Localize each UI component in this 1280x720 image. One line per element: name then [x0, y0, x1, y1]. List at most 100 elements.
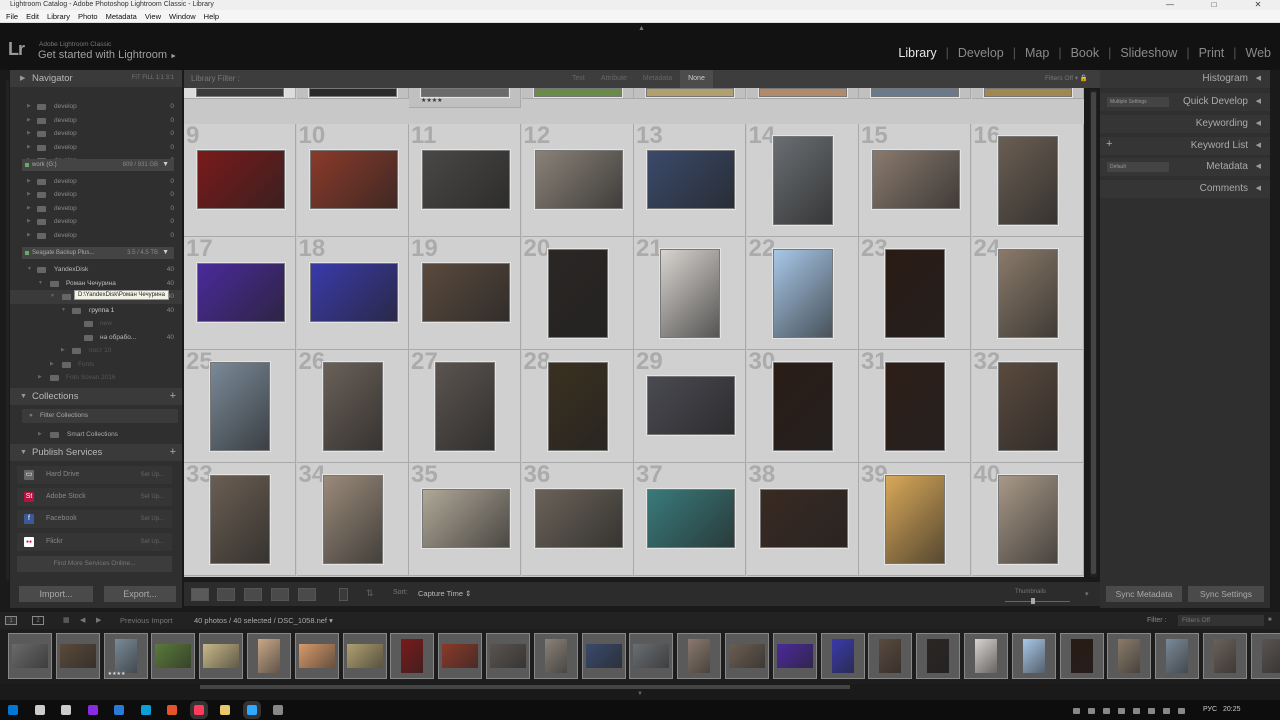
filmstrip-thumbnail[interactable]	[772, 633, 817, 679]
grid-cell[interactable]: 16	[971, 124, 1084, 237]
network-icon[interactable]	[1073, 708, 1080, 714]
menu-metadata[interactable]: Metadata	[102, 10, 141, 22]
filmstrip-filter-select[interactable]: Filters Off	[1178, 615, 1264, 626]
photo-thumbnail[interactable]	[647, 150, 735, 209]
display-2-button[interactable]: 2	[32, 616, 44, 625]
filmstrip-thumbnail[interactable]	[725, 633, 769, 679]
menu-window[interactable]: Window	[165, 10, 200, 22]
lock-icon[interactable]: 🔒	[1080, 75, 1088, 82]
filmstrip-thumbnail[interactable]	[151, 633, 196, 679]
input-language[interactable]: РУС	[1203, 706, 1217, 713]
publish-hard-drive[interactable]: ▭ Hard Drive Set Up...	[17, 466, 172, 484]
photo-thumbnail[interactable]	[885, 249, 945, 338]
module-develop[interactable]: Develop	[949, 46, 1013, 60]
filmstrip-thumbnail[interactable]	[1155, 633, 1200, 679]
smart-collections-row[interactable]: ▶ Smart Collections	[10, 428, 182, 442]
folder-row[interactable]: ▶ develop 0	[10, 229, 182, 243]
histogram-header[interactable]: Histogram ◀	[1100, 70, 1270, 88]
menu-file[interactable]: File	[2, 10, 22, 22]
export-button[interactable]: Export...	[104, 586, 176, 602]
filmstrip-scrollbar[interactable]	[0, 684, 1280, 690]
comments-header[interactable]: Comments ◀	[1100, 180, 1270, 198]
grid-cell[interactable]: 18	[296, 237, 409, 350]
close-button[interactable]: ✕	[1236, 0, 1280, 10]
grid-cell[interactable]: 34	[296, 463, 409, 576]
grid-cell[interactable]: 37	[634, 463, 746, 576]
folder-row-yandexdisk[interactable]: ▼ YandexDisk 40	[10, 263, 182, 277]
grid-cell[interactable]: 10	[296, 124, 409, 237]
folder-row[interactable]: ▶ Fonts	[10, 358, 182, 372]
grid-cell[interactable]: 12	[521, 124, 634, 237]
add-publish-service-icon[interactable]: +	[170, 444, 176, 461]
filmstrip-thumbnail[interactable]	[294, 633, 339, 679]
filmstrip-thumbnail[interactable]	[247, 633, 291, 679]
photo-thumbnail[interactable]	[534, 150, 623, 209]
maximize-button[interactable]: □	[1192, 0, 1236, 10]
menu-photo[interactable]: Photo	[74, 10, 102, 22]
photo-thumbnail[interactable]	[322, 475, 383, 564]
grid-cell[interactable]: 24	[971, 237, 1084, 350]
navigator-header[interactable]: ▶ Navigator FIT FILL 1:1 3:1	[10, 70, 182, 87]
grid-cell[interactable]: 39	[859, 463, 971, 576]
grid-cell[interactable]	[521, 88, 634, 99]
filters-off-select[interactable]: Filters Off ▾ 🔒	[1045, 70, 1088, 88]
grid-cell[interactable]: 25	[184, 350, 296, 463]
forward-arrow-icon[interactable]: ▶	[96, 612, 101, 629]
app-tray-icon[interactable]	[1118, 708, 1125, 714]
menu-edit[interactable]: Edit	[22, 10, 43, 22]
filmstrip-thumbnail[interactable]	[390, 633, 435, 679]
sort-direction-icon[interactable]: ⇅	[366, 588, 388, 601]
painter-icon[interactable]	[339, 588, 348, 601]
filmstrip-thumbnail[interactable]	[581, 633, 626, 679]
photo-thumbnail[interactable]	[872, 150, 960, 209]
filmstrip-thumbnail[interactable]	[868, 633, 913, 679]
photo-thumbnail[interactable]	[885, 362, 945, 451]
filmstrip-thumbnail[interactable]	[55, 633, 100, 679]
get-started-link[interactable]: Get started with Lightroom ►	[38, 49, 177, 61]
folder-row[interactable]: ▶ Foto Sovan 2016	[10, 371, 182, 385]
filmstrip-thumbnail[interactable]	[629, 633, 674, 679]
taskbar-clock[interactable]: 20:25	[1223, 706, 1241, 713]
photo-thumbnail[interactable]	[197, 263, 285, 322]
photo-thumbnail[interactable]	[983, 88, 1072, 97]
photo-thumbnail[interactable]	[309, 263, 398, 322]
grid-cell[interactable]: 35	[409, 463, 521, 576]
minimize-button[interactable]: —	[1148, 0, 1192, 10]
thumbnail-slider-knob[interactable]	[1031, 598, 1035, 604]
grid-cell[interactable]: 17	[184, 237, 296, 350]
folder-row[interactable]: ▶ develop 0	[10, 202, 182, 216]
sort-select[interactable]: Capture Time ⇕	[418, 589, 471, 598]
volume-icon[interactable]	[1088, 708, 1095, 714]
filmstrip-thumbnail[interactable]: ★★★★	[103, 633, 148, 679]
keyword-list-header[interactable]: Keyword List ◀	[1100, 137, 1270, 155]
find-more-services-button[interactable]: Find More Services Online...	[17, 556, 172, 572]
filter-none[interactable]: None	[680, 70, 713, 88]
volume-work[interactable]: work (G:) 809 / 931 GB ▼	[22, 159, 174, 171]
photo-thumbnail[interactable]	[309, 150, 398, 209]
setup-link[interactable]: Set Up...	[141, 510, 164, 528]
photo-thumbnail[interactable]	[772, 249, 833, 338]
grid-cell[interactable]: 40	[971, 463, 1084, 576]
filter-collections-field[interactable]: ● Filter Collections	[22, 409, 178, 423]
publish-flickr[interactable]: ●● Flickr Set Up...	[17, 533, 172, 551]
bottom-panel-toggle-icon[interactable]: ▼	[637, 691, 643, 697]
back-arrow-icon[interactable]: ◀	[80, 612, 85, 629]
photo-thumbnail[interactable]	[196, 88, 284, 97]
navigator-zoom-options[interactable]: FIT FILL 1:1 3:1	[132, 70, 174, 87]
filmstrip-thumbnail[interactable]	[916, 633, 961, 679]
photo-thumbnail[interactable]	[997, 249, 1058, 338]
photo-thumbnail[interactable]	[308, 88, 397, 97]
photo-thumbnail[interactable]	[997, 362, 1058, 451]
grid-cell[interactable]: 29	[634, 350, 746, 463]
add-keyword-icon[interactable]: +	[1106, 138, 1112, 150]
photo-thumbnail[interactable]	[997, 136, 1058, 225]
grid-cell[interactable]: 15	[859, 124, 971, 237]
menu-library[interactable]: Library	[43, 10, 74, 22]
folder-row[interactable]: ▶ develop 0	[10, 175, 182, 189]
folder-row[interactable]: ▶ develop 0	[10, 127, 182, 141]
folder-row[interactable]: ▶ develop 0	[10, 215, 182, 229]
grid-cell[interactable]: 22	[746, 237, 859, 350]
module-slideshow[interactable]: Slideshow	[1111, 46, 1186, 60]
publish-adobe-stock[interactable]: St Adobe Stock Set Up...	[17, 488, 172, 506]
photo-thumbnail[interactable]	[647, 376, 735, 435]
